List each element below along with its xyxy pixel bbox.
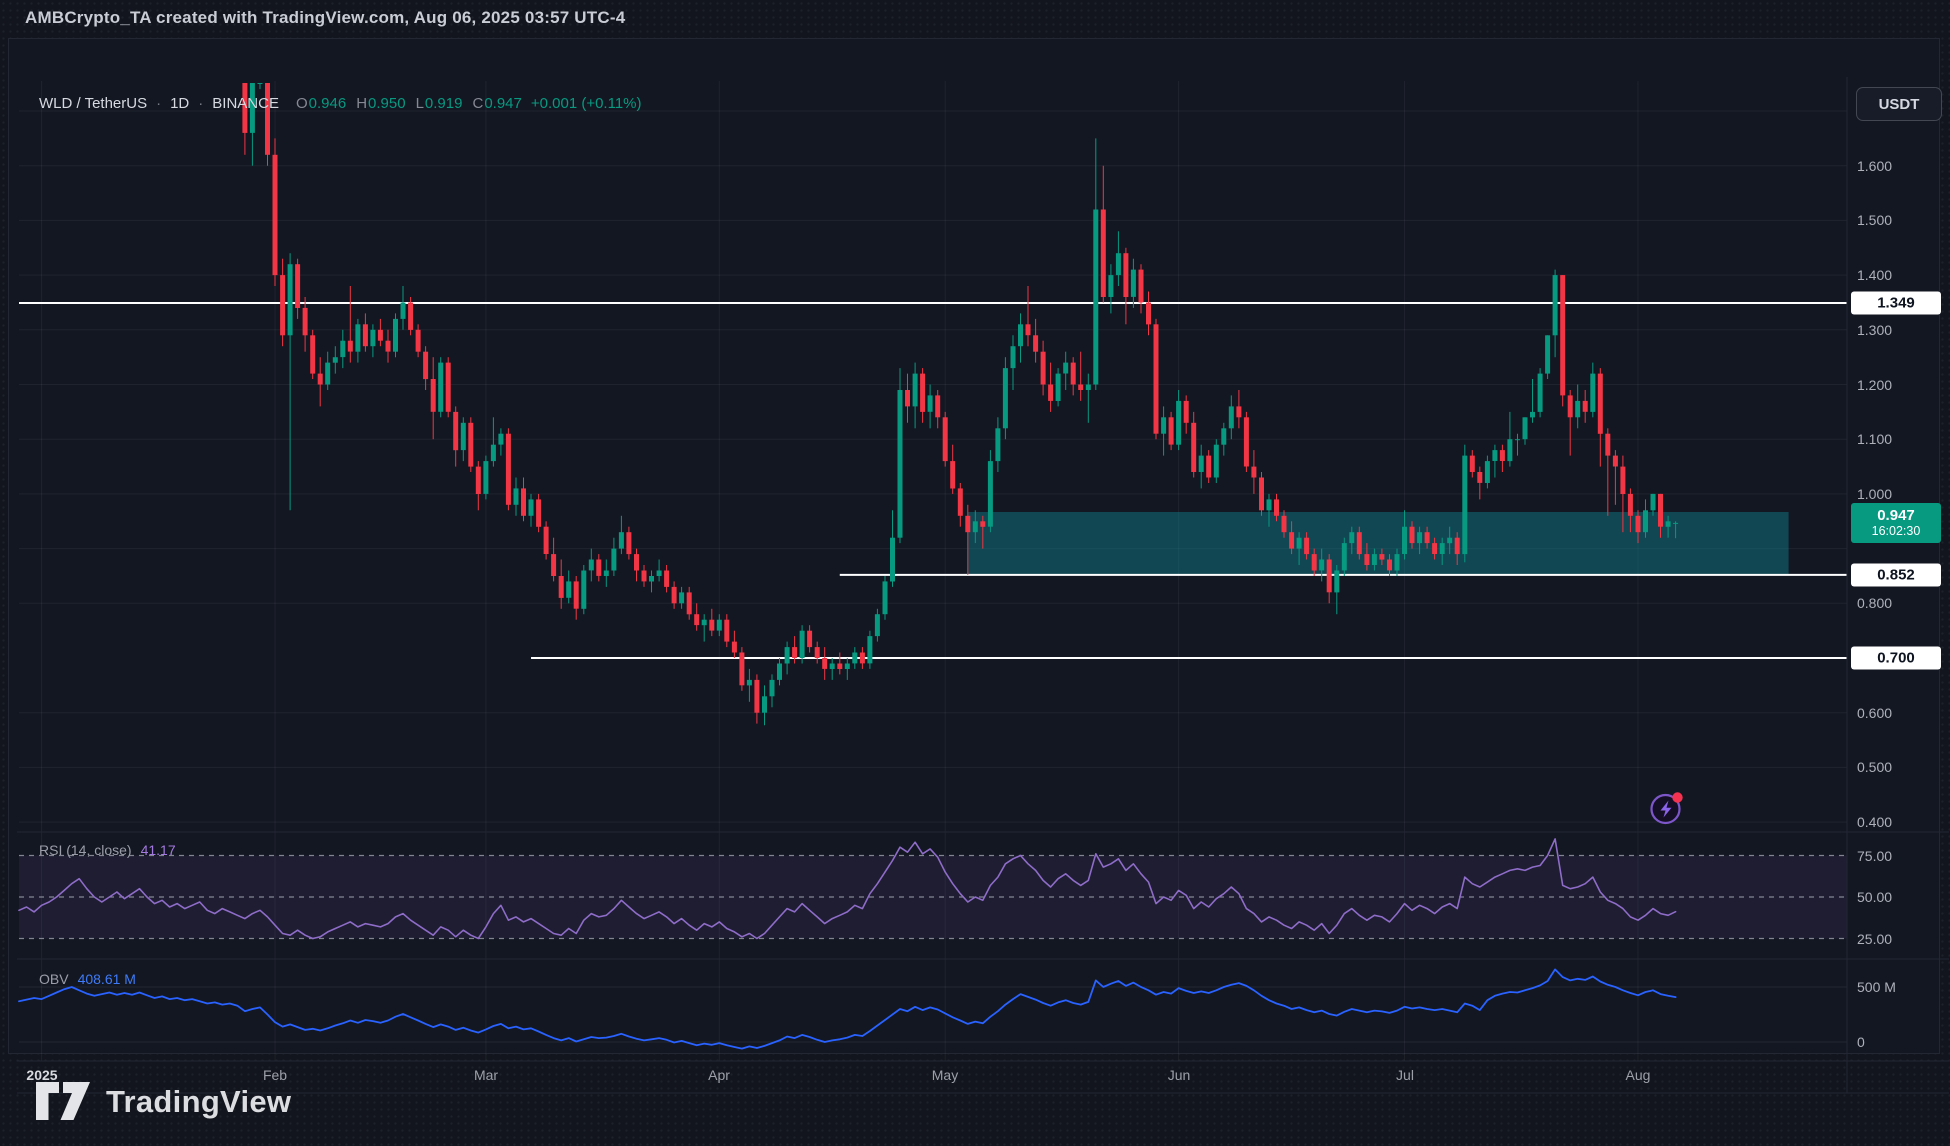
axis-month-Jul: Jul bbox=[1396, 1067, 1414, 1083]
obv-tick-500 M: 500 M bbox=[1857, 979, 1896, 995]
close-value: 0.947 bbox=[484, 95, 522, 112]
tradingview-mark-icon bbox=[34, 1080, 92, 1124]
high-value: 0.950 bbox=[368, 95, 406, 112]
axis-month-Aug: Aug bbox=[1626, 1067, 1651, 1083]
obv-value: 408.61 M bbox=[78, 971, 136, 987]
axis-month-Jun: Jun bbox=[1168, 1067, 1191, 1083]
price-tick-1.600: 1.600 bbox=[1857, 158, 1892, 174]
ohlc-values: O0.946 H0.950 L0.919 C0.947 bbox=[296, 95, 522, 112]
close-key: C bbox=[472, 95, 483, 112]
rsi-tick-75.00: 75.00 bbox=[1857, 848, 1892, 864]
level-label-0.852: 0.852 bbox=[1851, 564, 1941, 587]
rsi-tick-50.00: 50.00 bbox=[1857, 889, 1892, 905]
level-label-1.349: 1.349 bbox=[1851, 292, 1941, 315]
chart-canvas[interactable] bbox=[9, 39, 1950, 1146]
attribution-header: AMBCrypto_TA created with TradingView.co… bbox=[25, 8, 625, 28]
axis-month-Mar: Mar bbox=[474, 1067, 498, 1083]
tradingview-brand-text: TradingView bbox=[106, 1084, 291, 1120]
price-tick-1.200: 1.200 bbox=[1857, 377, 1892, 393]
change-value: +0.001 (+0.11%) bbox=[531, 95, 642, 112]
bar-countdown: 16:02:30 bbox=[1851, 524, 1941, 539]
axis-month-Apr: Apr bbox=[708, 1067, 730, 1083]
open-value: 0.946 bbox=[309, 95, 347, 112]
rsi-tick-25.00: 25.00 bbox=[1857, 931, 1892, 947]
price-tick-1.000: 1.000 bbox=[1857, 486, 1892, 502]
price-tick-0.500: 0.500 bbox=[1857, 759, 1892, 775]
chart-widget: WLD / TetherUS · 1D · BINANCE O0.946 H0.… bbox=[8, 38, 1940, 1054]
price-tick-1.400: 1.400 bbox=[1857, 267, 1892, 283]
exchange-label[interactable]: BINANCE bbox=[212, 95, 279, 112]
obv-legend: OBV 408.61 M bbox=[39, 971, 136, 987]
high-key: H bbox=[356, 95, 367, 112]
axis-month-May: May bbox=[932, 1067, 958, 1083]
separator-dot: · bbox=[156, 95, 161, 112]
flash-icon bbox=[1648, 789, 1686, 827]
symbol-name[interactable]: WLD / TetherUS bbox=[39, 95, 147, 112]
level-label-0.700: 0.700 bbox=[1851, 647, 1941, 670]
rsi-value: 41.17 bbox=[141, 842, 176, 858]
price-tick-0.400: 0.400 bbox=[1857, 814, 1892, 830]
flash-ideas-button[interactable] bbox=[1648, 789, 1686, 827]
price-tick-0.600: 0.600 bbox=[1857, 705, 1892, 721]
open-key: O bbox=[296, 95, 308, 112]
symbol-legend: WLD / TetherUS · 1D · BINANCE O0.946 H0.… bbox=[39, 95, 642, 112]
obv-title[interactable]: OBV bbox=[39, 971, 69, 987]
tradingview-logo[interactable]: TradingView bbox=[34, 1080, 291, 1124]
interval-label[interactable]: 1D bbox=[170, 95, 189, 112]
low-key: L bbox=[416, 95, 424, 112]
rsi-legend: RSI (14, close) 41.17 bbox=[39, 842, 176, 858]
attribution-text: AMBCrypto_TA created with TradingView.co… bbox=[25, 8, 625, 27]
current-price-label: 0.94716:02:30 bbox=[1851, 503, 1941, 543]
separator-dot: · bbox=[198, 95, 203, 112]
price-tick-1.500: 1.500 bbox=[1857, 212, 1892, 228]
rsi-title[interactable]: RSI (14, close) bbox=[39, 842, 132, 858]
low-value: 0.919 bbox=[425, 95, 463, 112]
price-tick-0.800: 0.800 bbox=[1857, 595, 1892, 611]
obv-tick-0: 0 bbox=[1857, 1034, 1865, 1050]
price-tick-1.300: 1.300 bbox=[1857, 322, 1892, 338]
page: AMBCrypto_TA created with TradingView.co… bbox=[0, 0, 1950, 1146]
currency-toggle-button[interactable]: USDT bbox=[1856, 87, 1942, 121]
price-tick-1.100: 1.100 bbox=[1857, 431, 1892, 447]
